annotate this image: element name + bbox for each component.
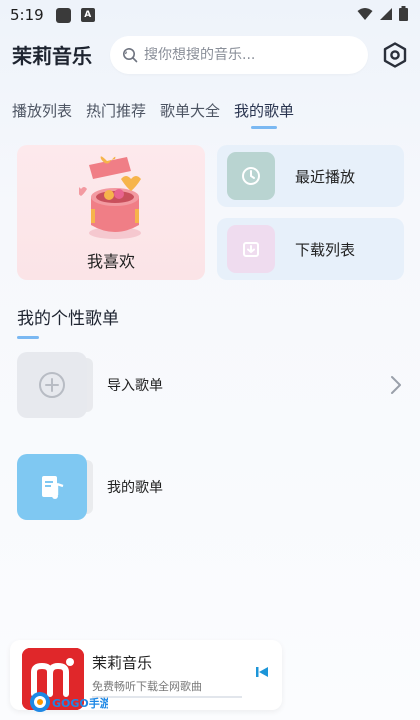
tab-all-playlists[interactable]: 歌单大全 xyxy=(160,100,220,129)
search-input[interactable] xyxy=(144,47,354,63)
app-notification-icon xyxy=(55,7,71,23)
status-time: 5:19 xyxy=(10,6,44,24)
search-bar[interactable] xyxy=(110,36,368,74)
skip-previous-icon[interactable] xyxy=(254,664,270,680)
favorites-label: 我喜欢 xyxy=(86,252,135,271)
section-title: 我的个性歌单 xyxy=(17,304,119,339)
download-list-label: 下载列表 xyxy=(295,240,356,259)
my-playlist-cover xyxy=(17,454,93,520)
my-playlist-label: 我的歌单 xyxy=(107,480,163,496)
status-bar: 5:19 A xyxy=(0,0,420,30)
header: 茉莉音乐 xyxy=(0,36,420,76)
favorites-card[interactable]: 我喜欢 xyxy=(17,145,205,280)
plus-circle-icon xyxy=(39,372,65,398)
download-icon xyxy=(243,242,259,257)
my-playlist-row[interactable]: 我的歌单 xyxy=(17,453,407,521)
recent-play-label: 最近播放 xyxy=(295,167,356,186)
wifi-icon xyxy=(357,7,373,20)
watermark-logo: GOGO手游网 xyxy=(30,692,108,712)
chevron-right-icon[interactable] xyxy=(389,375,403,395)
download-icon-tile xyxy=(227,225,275,273)
gift-box-icon xyxy=(79,156,141,239)
recent-play-card[interactable]: 最近播放 xyxy=(217,145,404,207)
a-notification-icon: A xyxy=(80,8,95,22)
tab-hot-recommend[interactable]: 热门推荐 xyxy=(86,100,146,129)
download-list-card[interactable]: 下载列表 xyxy=(217,218,404,280)
music-file-icon xyxy=(42,476,64,499)
search-icon xyxy=(123,48,138,63)
tab-my-playlists[interactable]: 我的歌单 xyxy=(234,100,294,129)
signal-icon xyxy=(380,7,392,20)
battery-icon xyxy=(399,6,408,21)
tab-bar: 播放列表 热门推荐 歌单大全 我的歌单 xyxy=(12,100,294,129)
player-title: 茉莉音乐 xyxy=(92,654,153,672)
import-cover xyxy=(17,352,93,418)
app-title: 茉莉音乐 xyxy=(12,44,92,68)
import-playlist-label: 导入歌单 xyxy=(107,378,163,394)
tab-playlist[interactable]: 播放列表 xyxy=(12,100,72,129)
settings-hexagon-icon xyxy=(383,42,407,68)
player-progress-bar[interactable] xyxy=(92,696,242,698)
clock-icon xyxy=(242,167,260,185)
import-playlist-row[interactable]: 导入歌单 xyxy=(17,351,407,419)
watermark-text: GOGO手游网 xyxy=(52,696,108,710)
player-subtitle: 免费畅听下载全网歌曲 xyxy=(92,680,202,693)
settings-button[interactable] xyxy=(380,38,410,72)
recent-icon-tile xyxy=(227,152,275,200)
